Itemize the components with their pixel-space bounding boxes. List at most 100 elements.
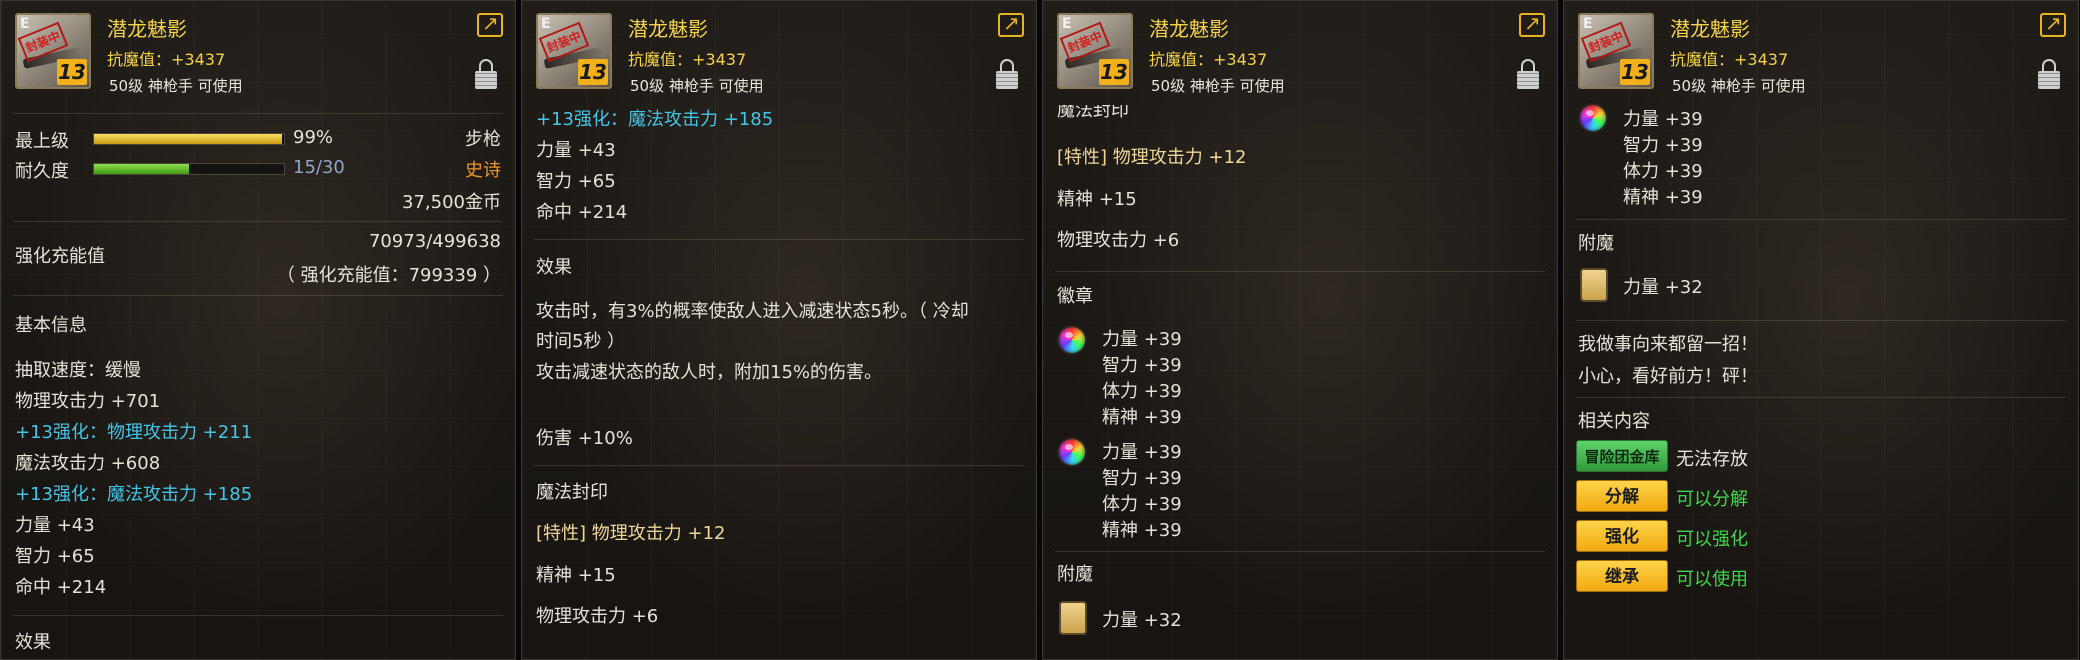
emblem-stat: 力量 +39 bbox=[1102, 442, 1182, 463]
divider bbox=[1055, 551, 1545, 552]
stat-line-enhanced: +13强化：魔法攻击力 +185 bbox=[15, 484, 253, 505]
divider bbox=[13, 615, 503, 616]
adventure-vault-button[interactable]: 冒险团金库 bbox=[1576, 440, 1668, 472]
share-icon[interactable] bbox=[998, 11, 1024, 37]
weapon-type: 步枪 bbox=[465, 129, 501, 150]
charge-label: 强化充能值 bbox=[15, 246, 105, 267]
divider bbox=[1055, 271, 1545, 272]
item-icon[interactable]: E 封装中 13 bbox=[1057, 13, 1133, 89]
seal-stat: 精神 +15 bbox=[536, 565, 616, 586]
share-icon[interactable] bbox=[2040, 11, 2066, 37]
item-icon[interactable]: E 封装中 13 bbox=[1578, 13, 1654, 89]
stat-line: 命中 +214 bbox=[536, 202, 628, 223]
trait-line: [特性] 物理攻击力 +12 bbox=[536, 523, 726, 544]
cut-off-row: 魔法封印 bbox=[1043, 105, 1557, 121]
enchant-card-icon[interactable] bbox=[1580, 268, 1608, 302]
stat-line: 抽取速度：缓慢 bbox=[15, 360, 141, 381]
effect-desc: 攻击减速状态的敌人时，附加15%的伤害。 bbox=[536, 362, 883, 383]
enhance-level-badge: 13 bbox=[1620, 59, 1650, 85]
divider bbox=[13, 113, 503, 114]
stat-orb-icon[interactable] bbox=[1059, 327, 1085, 353]
item-tooltip-panel-3: E 封装中 13 潜龙魅影 抗魔值：+3437 50级 神枪手 可使用 魔法封印… bbox=[1042, 0, 1558, 660]
inherit-status: 可以使用 bbox=[1676, 569, 1748, 590]
item-grade-letter: E bbox=[1062, 16, 1072, 32]
item-grade-letter: E bbox=[541, 16, 551, 32]
disassemble-button[interactable]: 分解 bbox=[1576, 480, 1668, 512]
lock-icon[interactable] bbox=[2038, 59, 2060, 89]
stat-line: 智力 +65 bbox=[536, 171, 616, 192]
stat-line-enhanced: +13强化：物理攻击力 +211 bbox=[15, 422, 253, 443]
seal-stat: 物理攻击力 +6 bbox=[1057, 230, 1180, 251]
item-name: 潜龙魅影 bbox=[1149, 17, 1229, 41]
stat-orb-icon[interactable] bbox=[1059, 439, 1085, 465]
effect-title: 效果 bbox=[536, 257, 572, 278]
charge-value: 70973/499638 bbox=[368, 231, 501, 252]
enchant-value: 力量 +32 bbox=[1623, 277, 1703, 298]
enchant-title: 附魔 bbox=[1057, 564, 1093, 585]
lock-icon[interactable] bbox=[1517, 59, 1539, 89]
enhance-button[interactable]: 强化 bbox=[1576, 520, 1668, 552]
level-bar bbox=[93, 133, 285, 145]
emblem-stat: 精神 +39 bbox=[1102, 520, 1182, 541]
seal-title: 魔法封印 bbox=[1057, 105, 1129, 121]
emblem-stat: 精神 +39 bbox=[1623, 187, 1703, 208]
flavor-text: 小心，看好前方！砰！ bbox=[1578, 366, 1758, 387]
seal-stat: 物理攻击力 +6 bbox=[536, 606, 659, 627]
flavor-text: 我做事向来都留一招！ bbox=[1578, 334, 1758, 355]
seal-title: 魔法封印 bbox=[536, 482, 608, 503]
rarity-label: 史诗 bbox=[465, 160, 501, 181]
share-icon[interactable] bbox=[477, 11, 503, 37]
enhance-status: 可以强化 bbox=[1676, 529, 1748, 550]
emblem-stat: 智力 +39 bbox=[1102, 355, 1182, 376]
divider bbox=[13, 221, 503, 222]
charge-total: （ 强化充能值：799339 ） bbox=[276, 265, 501, 286]
emblem-stat: 智力 +39 bbox=[1623, 135, 1703, 156]
emblem-stat: 力量 +39 bbox=[1623, 109, 1703, 130]
stat-line: 智力 +65 bbox=[15, 546, 95, 567]
emblem-title: 徽章 bbox=[1057, 286, 1093, 307]
tooltip-header: E 封装中 13 潜龙魅影 抗魔值：+3437 50级 神枪手 可使用 bbox=[522, 1, 1036, 105]
enhance-level-badge: 13 bbox=[57, 59, 87, 85]
tooltip-header: E 封装中 13 潜龙魅影 抗魔值：+3437 50级 神枪手 可使用 bbox=[1, 1, 515, 105]
level-label: 最上级 bbox=[15, 131, 69, 152]
share-icon[interactable] bbox=[1519, 11, 1545, 37]
divider bbox=[534, 239, 1024, 240]
enhance-level-badge: 13 bbox=[578, 59, 608, 85]
inherit-button[interactable]: 继承 bbox=[1576, 560, 1668, 592]
disassemble-status: 可以分解 bbox=[1676, 489, 1748, 510]
seal-stat: 精神 +15 bbox=[1057, 189, 1137, 210]
lock-icon[interactable] bbox=[475, 59, 497, 89]
effect-desc: 攻击时，有3%的概率使敌人进入减速状态5秒。（ 冷却 bbox=[536, 301, 969, 322]
stat-line: 物理攻击力 +701 bbox=[15, 391, 161, 412]
price: 37,500金币 bbox=[402, 192, 501, 213]
divider bbox=[13, 295, 503, 296]
level-value: 99% bbox=[293, 127, 334, 148]
tooltip-header: E 封装中 13 潜龙魅影 抗魔值：+3437 50级 神枪手 可使用 bbox=[1564, 1, 2078, 105]
enchant-title: 附魔 bbox=[1578, 233, 1614, 254]
item-grade-letter: E bbox=[20, 16, 30, 32]
damage-line: 伤害 +10% bbox=[536, 428, 633, 449]
enchant-card-icon[interactable] bbox=[1059, 601, 1087, 635]
item-resistance: 抗魔值：+3437 bbox=[628, 50, 747, 69]
stat-line: 命中 +214 bbox=[15, 577, 107, 598]
item-resistance: 抗魔值：+3437 bbox=[107, 50, 226, 69]
stat-line: 魔法攻击力 +608 bbox=[15, 453, 161, 474]
item-icon[interactable]: E 封装中 13 bbox=[536, 13, 612, 89]
stat-orb-icon[interactable] bbox=[1580, 105, 1606, 131]
item-tooltip-panel-2: E 封装中 13 潜龙魅影 抗魔值：+3437 50级 神枪手 可使用 +13强… bbox=[521, 0, 1037, 660]
durability-label: 耐久度 bbox=[15, 161, 69, 182]
item-icon[interactable]: E 封装中 13 bbox=[15, 13, 91, 89]
level-bar-fill bbox=[94, 134, 283, 144]
item-name: 潜龙魅影 bbox=[107, 17, 187, 41]
durability-value: 15/30 bbox=[293, 157, 345, 178]
emblem-stat: 体力 +39 bbox=[1623, 161, 1703, 182]
tooltip-header: E 封装中 13 潜龙魅影 抗魔值：+3437 50级 神枪手 可使用 bbox=[1043, 1, 1557, 105]
stat-line: 力量 +43 bbox=[536, 140, 616, 161]
basic-info-title: 基本信息 bbox=[15, 315, 87, 336]
tooltip-strip: E 封装中 13 潜龙魅影 抗魔值：+3437 50级 神枪手 可使用 最上级 … bbox=[0, 0, 2080, 660]
vault-status: 无法存放 bbox=[1676, 449, 1748, 470]
item-name: 潜龙魅影 bbox=[628, 17, 708, 41]
emblem-stat: 精神 +39 bbox=[1102, 407, 1182, 428]
lock-icon[interactable] bbox=[996, 59, 1018, 89]
stat-line: 力量 +43 bbox=[15, 515, 95, 536]
